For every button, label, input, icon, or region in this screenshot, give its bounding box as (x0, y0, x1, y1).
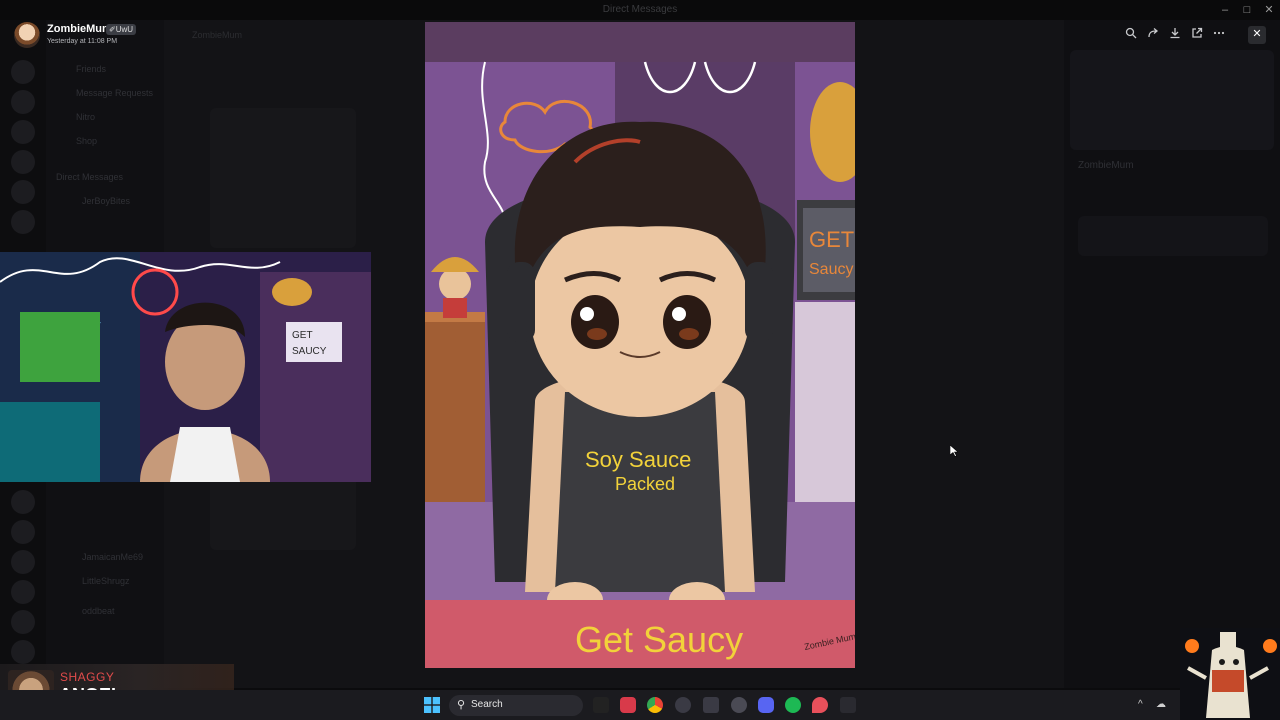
webcam-sign-line2: SAUCY (292, 346, 327, 357)
author-name[interactable]: ZombieMum (47, 23, 112, 35)
profile-panel: ZombieMum (1064, 20, 1280, 688)
app-icon-maps[interactable] (812, 697, 828, 713)
server-icon[interactable] (11, 210, 35, 234)
profile-name: ZombieMum (1078, 160, 1134, 171)
close-window-button[interactable]: ✕ (1262, 3, 1276, 17)
tray-chevron-icon[interactable]: ^ (1138, 699, 1143, 710)
server-icon[interactable] (11, 60, 35, 84)
app-icon-terminal[interactable] (593, 697, 609, 713)
taskbar: ⚲ Search ^ ☁ (0, 690, 1280, 720)
server-icon[interactable] (11, 550, 35, 574)
app-icon-steam[interactable] (731, 697, 747, 713)
chat-image-attachment[interactable] (210, 108, 356, 248)
server-icon[interactable] (11, 150, 35, 174)
alert-line1: SHAGGY (60, 670, 115, 684)
server-icon[interactable] (11, 640, 35, 664)
webcam-feed: GET SAUCY (0, 252, 371, 482)
mouse-cursor-icon (950, 445, 958, 457)
monitor-text-line1: GET (809, 227, 854, 252)
more-icon[interactable] (1212, 27, 1226, 43)
chat-channel-name: ZombieMum (192, 30, 243, 40)
mascot-overlay (1180, 628, 1280, 720)
monitor-text-line2: Saucy (809, 261, 853, 278)
banner-text: Get Saucy (575, 619, 743, 660)
server-icon[interactable] (11, 520, 35, 544)
server-icon[interactable] (11, 120, 35, 144)
windows-start-icon[interactable] (424, 697, 440, 713)
app-icon-discord[interactable] (758, 697, 774, 713)
app-icon-media[interactable] (675, 697, 691, 713)
author-tag-badge: ✐UwU (106, 24, 137, 35)
sidebar-item-friends[interactable]: Friends (76, 64, 176, 78)
profile-card (1078, 216, 1268, 256)
minimize-button[interactable]: – (1218, 3, 1232, 17)
webcam-overlay: GET SAUCY (0, 252, 371, 482)
close-viewer-button[interactable]: ✕ (1248, 26, 1266, 44)
shirt-text-line2: Packed (615, 474, 675, 494)
zoom-icon[interactable] (1124, 27, 1138, 43)
forward-icon[interactable] (1146, 27, 1160, 43)
taskbar-search-box[interactable]: ⚲ Search (449, 695, 583, 716)
window-title: Direct Messages (602, 4, 678, 15)
search-icon: ⚲ (457, 699, 466, 711)
artwork-image[interactable]: GET Saucy Soy Sauce Packed Get Saucy Zom… (425, 22, 855, 668)
onedrive-icon[interactable]: ☁ (1156, 699, 1166, 710)
app-icon-settings[interactable] (703, 697, 719, 713)
server-icon[interactable] (11, 610, 35, 634)
image-author-header: ZombieMum ✐UwU Yesterday at 11:08 PM (10, 20, 170, 50)
profile-banner (1070, 50, 1274, 150)
server-icon[interactable] (11, 180, 35, 204)
maximize-button[interactable]: □ (1240, 3, 1254, 17)
sidebar-item-message-requests[interactable]: Message Requests (76, 88, 176, 102)
search-input[interactable]: Search (471, 699, 503, 710)
webcam-sign-line1: GET (292, 330, 313, 341)
sidebar-item-nitro[interactable]: Nitro (76, 112, 176, 126)
sidebar-item-shop[interactable]: Shop (76, 136, 176, 150)
app-icon-spotify[interactable] (785, 697, 801, 713)
mascot-bottle-icon (1185, 632, 1277, 718)
avatar[interactable] (14, 22, 40, 48)
server-icon[interactable] (11, 90, 35, 114)
download-icon[interactable] (1168, 27, 1182, 43)
open-external-icon[interactable] (1190, 27, 1204, 43)
screen: Direct Messages – □ ✕ Friends Message Re… (0, 0, 1280, 720)
server-icon[interactable] (11, 580, 35, 604)
app-icon-chrome[interactable] (647, 697, 663, 713)
server-icon[interactable] (11, 490, 35, 514)
image-viewer-toolbar: ✕ (1120, 25, 1268, 45)
message-timestamp: Yesterday at 11:08 PM (47, 38, 118, 45)
artwork-illustration: GET Saucy Soy Sauce Packed Get Saucy Zom… (425, 22, 855, 668)
dm-section-label: Direct Messages (56, 172, 124, 182)
app-icon-obs[interactable] (620, 697, 636, 713)
shirt-text-line1: Soy Sauce (585, 447, 691, 472)
app-icon-capture[interactable] (840, 697, 856, 713)
window-titlebar: Direct Messages – □ ✕ (0, 0, 1280, 20)
